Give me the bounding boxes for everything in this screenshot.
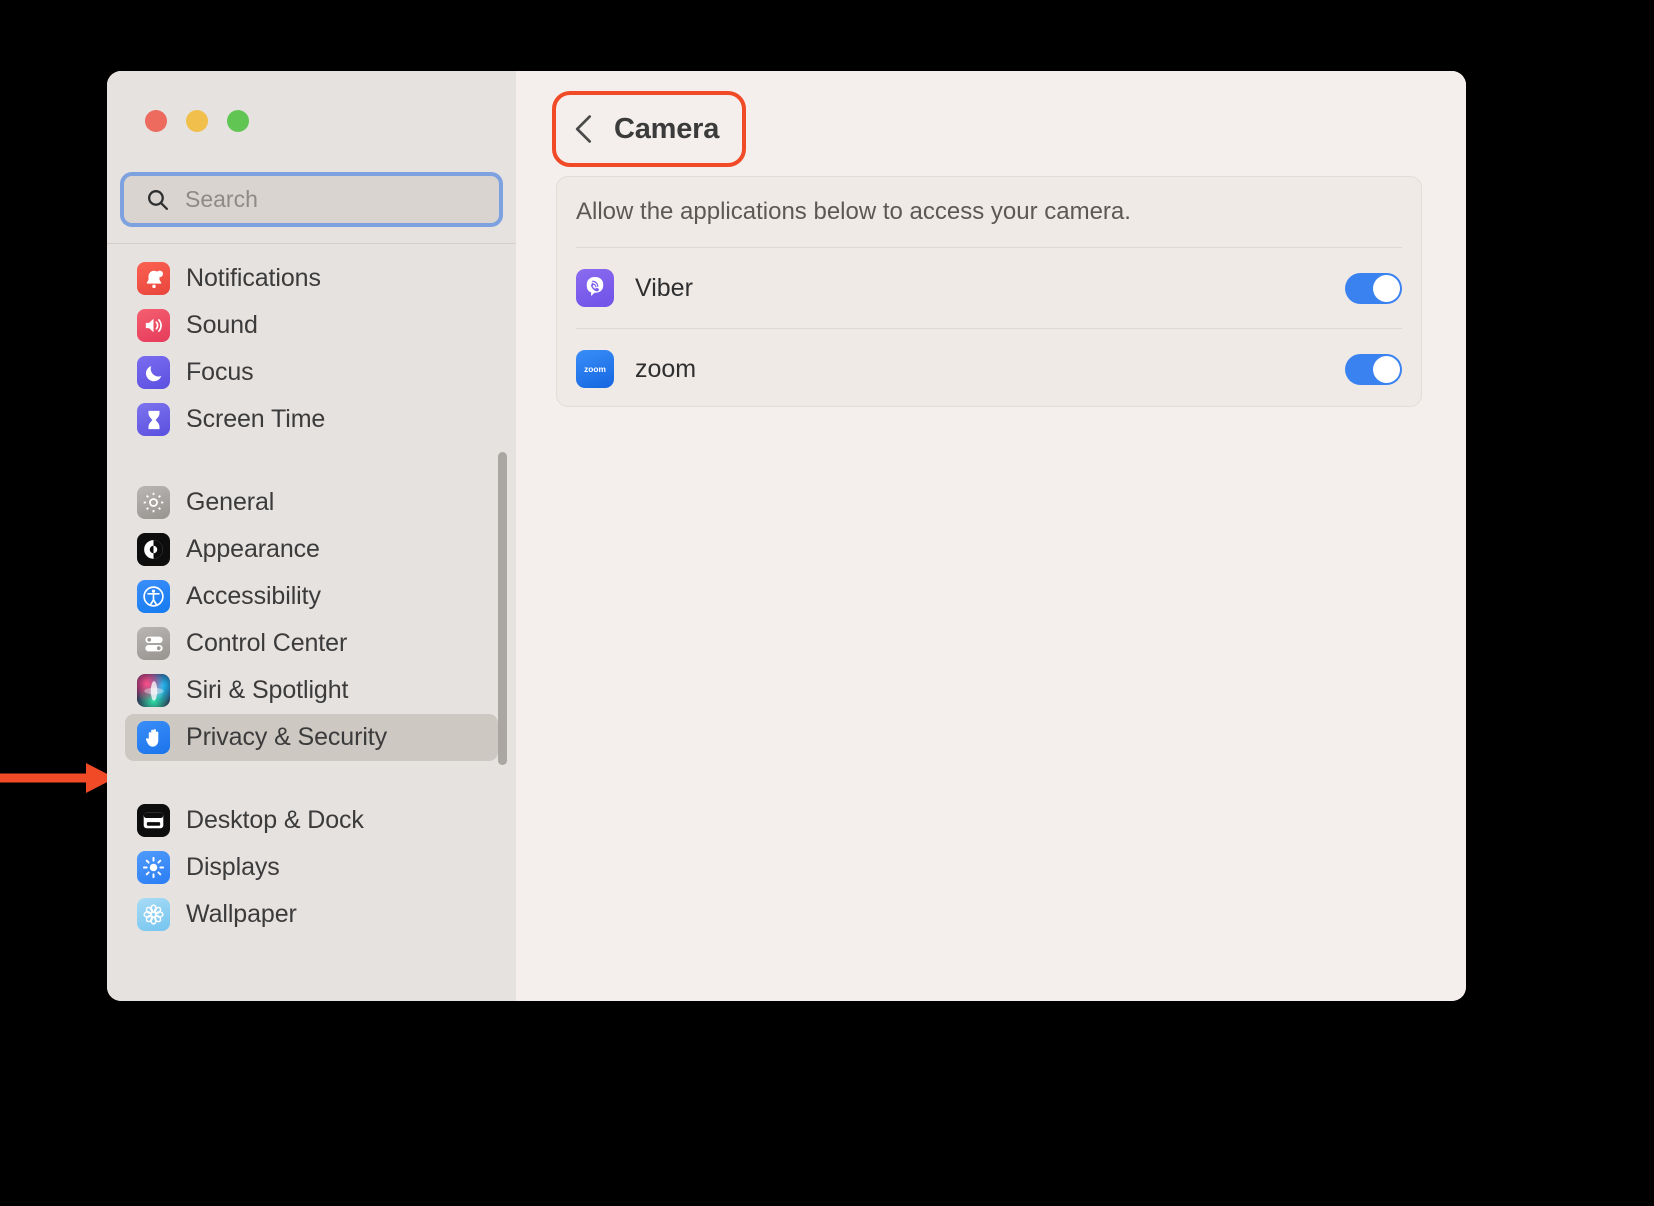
sidebar-item-screen-time[interactable]: Screen Time — [125, 396, 498, 443]
sidebar-item-label: Sound — [186, 311, 258, 339]
sidebar-item-label: Desktop & Dock — [186, 806, 364, 834]
permission-toggle[interactable] — [1345, 353, 1402, 385]
app-name: zoom — [635, 354, 697, 383]
sidebar-group: Desktop & Dock Displays Wallpaper — [107, 797, 516, 938]
contrast-circle-icon — [137, 533, 170, 566]
sidebar-item-label: Displays — [186, 853, 280, 881]
toggle-knob — [1373, 274, 1400, 302]
sidebar-item-label: Notifications — [186, 264, 321, 292]
search-input[interactable] — [185, 186, 475, 213]
hand-icon — [137, 721, 170, 754]
sidebar-item-wallpaper[interactable]: Wallpaper — [125, 891, 498, 938]
system-settings-window: Notifications Sound Focus Screen Time Genera… — [107, 71, 1466, 1001]
sidebar-item-label: Privacy & Security — [186, 723, 388, 751]
svg-text:zoom: zoom — [584, 364, 606, 374]
sidebar-item-general[interactable]: General — [125, 479, 498, 526]
gear-icon — [137, 486, 170, 519]
app-permission-row: Viber — [557, 248, 1421, 328]
app-permission-list: Viber zoom zoom — [557, 248, 1421, 406]
detail-pane: Camera Allow the applications below to a… — [516, 71, 1466, 1001]
sidebar-nav-list: Notifications Sound Focus Screen Time Genera… — [107, 244, 516, 938]
sidebar-scrollbar-thumb[interactable] — [498, 452, 507, 765]
maximize-button[interactable] — [227, 110, 249, 132]
accessibility-icon — [137, 580, 170, 613]
toggle-knob — [1373, 355, 1400, 383]
desktop-dock-icon — [137, 804, 170, 837]
search-field[interactable] — [120, 172, 503, 227]
sidebar-item-focus[interactable]: Focus — [125, 349, 498, 396]
moon-icon — [137, 356, 170, 389]
sidebar-item-label: General — [186, 488, 275, 516]
sidebar-scroll-area[interactable]: Notifications Sound Focus Screen Time Genera… — [107, 244, 516, 1001]
hourglass-icon — [137, 403, 170, 436]
sidebar-item-notifications[interactable]: Notifications — [125, 255, 498, 302]
sidebar-item-label: Siri & Spotlight — [186, 676, 349, 704]
sidebar-item-accessibility[interactable]: Accessibility — [125, 573, 498, 620]
sidebar-item-privacy-security[interactable]: Privacy & Security — [125, 714, 498, 761]
sidebar-item-sound[interactable]: Sound — [125, 302, 498, 349]
sidebar-item-displays[interactable]: Displays — [125, 844, 498, 891]
page-title: Camera — [614, 112, 720, 145]
card-description: Allow the applications below to access y… — [576, 198, 1131, 225]
bell-icon — [137, 262, 170, 295]
sidebar-item-label: Control Center — [186, 629, 348, 657]
sidebar-item-appearance[interactable]: Appearance — [125, 526, 498, 573]
window-controls — [145, 110, 249, 132]
sidebar-item-label: Screen Time — [186, 405, 326, 433]
viber-icon — [576, 269, 614, 307]
camera-permissions-card: Allow the applications below to access y… — [556, 176, 1422, 407]
sidebar-item-control-center[interactable]: Control Center — [125, 620, 498, 667]
sidebar-scrollbar-track[interactable] — [498, 244, 507, 1001]
chevron-left-icon — [570, 112, 598, 146]
sidebar-group: General Appearance Accessibility Control Ce… — [107, 479, 516, 761]
pointer-arrow — [0, 763, 115, 793]
sidebar-item-label: Appearance — [186, 535, 320, 563]
siri-orb-icon — [137, 674, 170, 707]
app-permission-row: zoom zoom — [557, 329, 1421, 406]
speaker-icon — [137, 309, 170, 342]
search-icon — [145, 187, 170, 212]
sidebar: Notifications Sound Focus Screen Time Genera… — [107, 71, 516, 1001]
back-button[interactable]: Camera — [552, 91, 746, 167]
sidebar-item-label: Accessibility — [186, 582, 321, 610]
flower-icon — [137, 898, 170, 931]
sidebar-group: Notifications Sound Focus Screen Time — [107, 255, 516, 443]
sidebar-item-desktop-dock[interactable]: Desktop & Dock — [125, 797, 498, 844]
sidebar-item-label: Focus — [186, 358, 254, 386]
permission-toggle[interactable] — [1345, 272, 1402, 304]
sidebar-item-label: Wallpaper — [186, 900, 297, 928]
zoom-icon: zoom — [576, 350, 614, 388]
sidebar-item-siri-spotlight[interactable]: Siri & Spotlight — [125, 667, 498, 714]
minimize-button[interactable] — [186, 110, 208, 132]
app-name: Viber — [635, 273, 693, 302]
close-button[interactable] — [145, 110, 167, 132]
brightness-sun-icon — [137, 851, 170, 884]
sliders-icon — [137, 627, 170, 660]
